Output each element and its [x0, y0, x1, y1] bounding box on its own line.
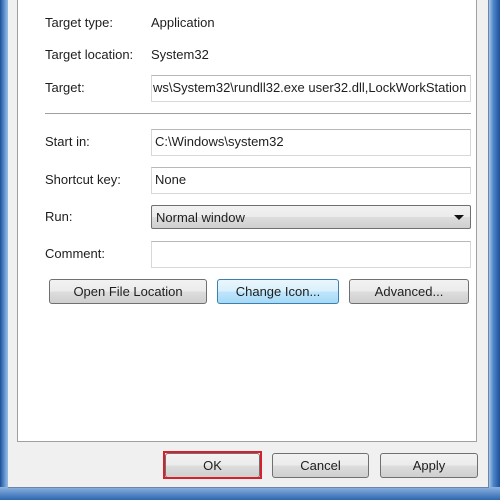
target-label: Target:: [45, 80, 85, 95]
open-file-location-button[interactable]: Open File Location: [49, 279, 207, 304]
target-type-value: Application: [151, 15, 215, 30]
start-in-input[interactable]: C:\Windows\system32: [151, 129, 471, 156]
target-location-label: Target location:: [45, 47, 134, 62]
advanced-button[interactable]: Advanced...: [349, 279, 469, 304]
separator: [45, 113, 471, 114]
apply-button[interactable]: Apply: [380, 453, 478, 478]
shortcut-tab-panel: Target type: Application Target location…: [17, 0, 477, 442]
ok-highlight-box: [163, 451, 262, 479]
window-frame-bottom: [0, 487, 500, 500]
cancel-button[interactable]: Cancel: [272, 453, 369, 478]
shortcut-key-label: Shortcut key:: [45, 172, 121, 187]
run-select[interactable]: Normal window: [151, 205, 471, 229]
change-icon-button[interactable]: Change Icon...: [217, 279, 339, 304]
target-type-label: Target type:: [45, 15, 113, 30]
run-label: Run:: [45, 209, 73, 224]
run-select-value: Normal window: [156, 210, 245, 225]
comment-label: Comment:: [45, 246, 105, 261]
target-input[interactable]: ws\System32\rundll32.exe user32.dll,Lock…: [151, 75, 471, 102]
start-in-label: Start in:: [45, 134, 90, 149]
target-location-value: System32: [151, 47, 209, 62]
chevron-down-icon: [454, 215, 464, 220]
window-frame-right: [489, 0, 500, 500]
comment-input[interactable]: [151, 241, 471, 268]
shortcut-key-input[interactable]: None: [151, 167, 471, 194]
shortcut-properties-dialog: Target type: Application Target location…: [8, 0, 489, 488]
